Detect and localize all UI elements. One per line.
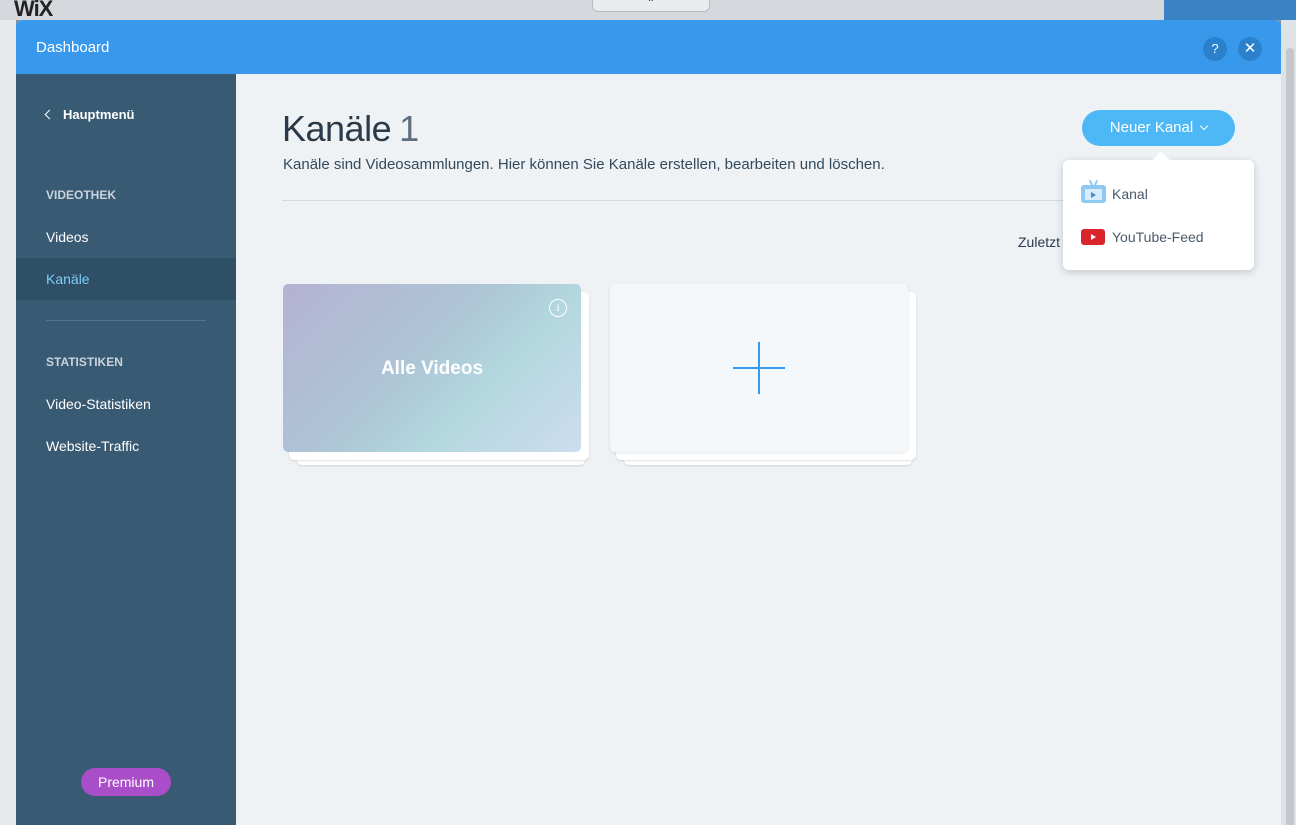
page-title: Kanäle 1 [282,108,419,150]
add-channel-card-stack [610,284,916,469]
add-channel-card[interactable] [610,284,908,452]
dropdown-item-youtube-feed[interactable]: YouTube-Feed [1081,222,1241,252]
sidebar-item-kanaele[interactable]: Kanäle [16,258,236,300]
dropdown-item-label: Kanal [1112,186,1148,202]
sidebar-item-video-statistiken[interactable]: Video-Statistiken [16,383,236,425]
channel-card-label: Alle Videos [380,358,484,379]
publish-button[interactable] [1164,0,1296,20]
dropdown-item-kanal[interactable]: Kanal [1081,179,1241,209]
main-content: Kanäle 1 Kanäle sind Videosammlungen. Hie… [236,74,1281,825]
premium-button[interactable]: Premium [81,768,171,796]
sort-dropdown[interactable]: Zuletzt [1018,234,1060,250]
editor-top-bar: WiX ⌃ [0,0,1296,21]
scrollbar[interactable] [1286,48,1294,825]
channel-card-all-videos[interactable]: i Alle Videos [283,284,581,452]
channel-card-stack-all-videos: i Alle Videos [283,284,589,469]
new-channel-button[interactable]: Neuer Kanal [1082,110,1235,146]
page-subtitle: Kanäle sind Videosammlungen. Hier können… [283,156,885,173]
dropdown-item-label: YouTube-Feed [1112,229,1204,245]
sidebar-divider [46,320,206,321]
editor-left-panel [0,20,16,825]
sidebar: Hauptmenü VIDEOTHEK Videos Kanäle STATIS… [16,74,236,825]
close-button[interactable]: ✕ [1238,37,1262,61]
section-heading-videothek: VIDEOTHEK [46,188,117,202]
page-title-text: Kanäle [282,108,392,149]
back-link-label: Hauptmenü [63,107,135,122]
sidebar-item-website-traffic[interactable]: Website-Traffic [16,425,236,467]
chevron-down-icon [1199,121,1209,131]
wix-logo: WiX [14,0,53,21]
tv-icon [1081,179,1106,203]
help-button[interactable]: ? [1203,37,1227,61]
editor-right-panel [1281,20,1296,825]
modal-title: Dashboard [36,39,110,56]
collapse-toolbar-tab[interactable]: ⌃ [592,0,710,12]
section-heading-statistiken: STATISTIKEN [46,355,123,369]
modal-header: Dashboard ? ✕ [16,20,1281,74]
new-channel-dropdown: Kanal YouTube-Feed [1063,160,1254,270]
chevron-left-icon [44,109,55,120]
youtube-icon [1081,229,1105,245]
sidebar-item-videos[interactable]: Videos [16,216,236,258]
dashboard-modal: Dashboard ? ✕ Hauptmenü VIDEOTHEK Videos… [16,20,1281,825]
back-to-main-menu-link[interactable]: Hauptmenü [44,107,135,122]
channel-count: 1 [399,108,419,149]
info-icon[interactable]: i [549,299,567,317]
new-channel-button-label: Neuer Kanal [1109,119,1194,136]
plus-icon [758,342,760,394]
